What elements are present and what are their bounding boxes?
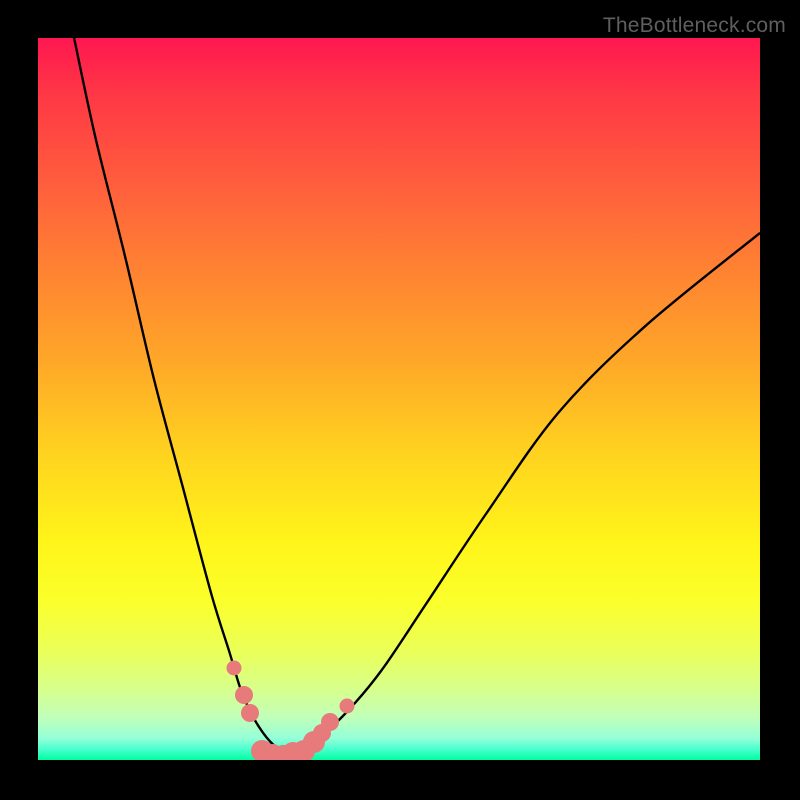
marker-point (227, 661, 242, 676)
marker-point (235, 686, 253, 704)
right-branch-curve (284, 233, 761, 751)
marker-point (340, 698, 355, 713)
curves-layer (38, 38, 760, 760)
marker-point (321, 713, 339, 731)
marker-point (241, 704, 259, 722)
watermark: TheBottleneck.com (603, 14, 786, 38)
left-branch-curve (74, 38, 283, 751)
plot-area (38, 38, 760, 760)
